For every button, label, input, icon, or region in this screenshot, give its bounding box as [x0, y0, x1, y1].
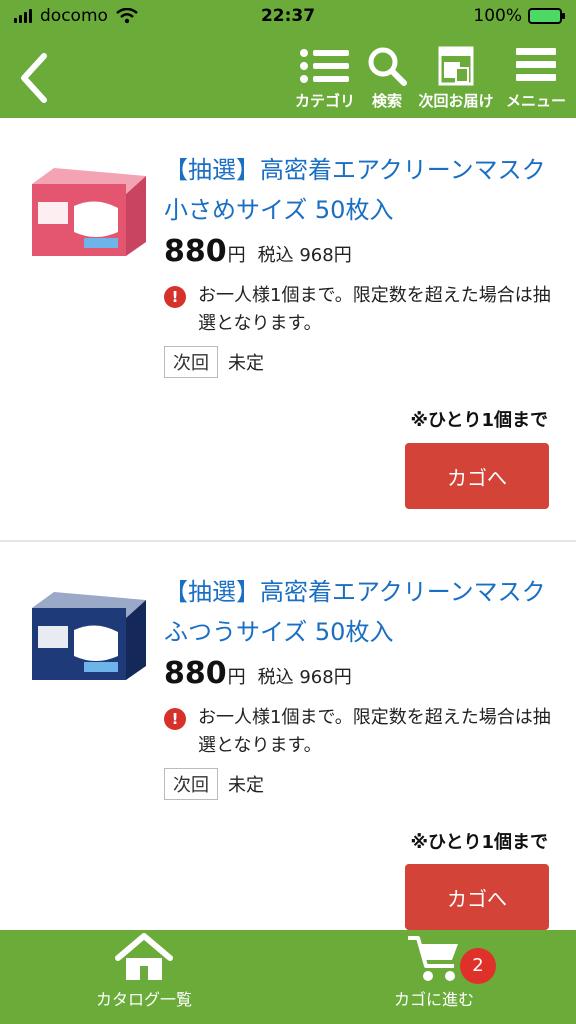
price-unit: 円	[227, 667, 246, 688]
shopping-cart-icon	[408, 936, 458, 981]
next-delivery-label: 次回お届け	[418, 92, 494, 110]
add-to-cart-button[interactable]: カゴへ	[405, 443, 549, 509]
tax-included-price: 税込 968円	[257, 245, 352, 266]
lottery-notice: ! お一人様1個まで。限定数を超えた場合は抽選となります。	[164, 704, 554, 760]
product-title[interactable]: 【抽選】高密着エアクリーンマスク 小さめサイズ 50枚入	[164, 150, 554, 230]
notice-text: お一人様1個まで。限定数を超えた場合は抽選となります。	[198, 707, 551, 756]
next-value: 未定	[228, 775, 264, 796]
exclamation-icon: !	[164, 286, 186, 308]
next-delivery-button[interactable]: 次回お届け	[414, 44, 498, 116]
search-label: 検索	[371, 92, 402, 110]
catalog-label: カタログ一覧	[95, 990, 192, 1009]
hamburger-menu-icon	[516, 48, 556, 81]
product-title[interactable]: 【抽選】高密着エアクリーンマスク ふつうサイズ 50枚入	[164, 572, 554, 652]
category-button[interactable]: カテゴリ	[290, 44, 360, 116]
product-card: 【抽選】高密着エアクリーンマスク 小さめサイズ 50枚入 880 円 税込 96…	[0, 118, 576, 538]
exclamation-icon: !	[164, 708, 186, 730]
battery-percent: 100%	[473, 6, 522, 26]
next-delivery-row: 次回 未定	[164, 346, 264, 378]
cart-label: カゴに進む	[393, 990, 474, 1009]
status-bar: docomo 22:37 100%	[0, 0, 576, 34]
notice-text: お一人様1個まで。限定数を超えた場合は抽選となります。	[198, 285, 551, 334]
purchase-limit: ※ひとり1個まで	[410, 832, 548, 853]
next-tag: 次回	[164, 346, 218, 378]
search-button[interactable]: 検索	[364, 44, 410, 116]
add-to-cart-button[interactable]: カゴへ	[405, 864, 549, 930]
lottery-notice: ! お一人様1個まで。限定数を超えた場合は抽選となります。	[164, 282, 554, 338]
category-label: カテゴリ	[294, 92, 355, 110]
next-value: 未定	[228, 353, 264, 374]
menu-label: メニュー	[505, 92, 566, 110]
app-header: docomo 22:37 100% カテゴリ 検索 次回お届け メニュー	[0, 0, 576, 118]
price-row: 880 円 税込 968円	[164, 234, 352, 269]
mask-box-image	[32, 168, 146, 256]
cart-count-badge: 2	[460, 948, 496, 984]
delivery-doc-icon	[438, 46, 474, 86]
price-unit: 円	[227, 245, 246, 266]
battery-icon	[528, 8, 565, 24]
next-tag: 次回	[164, 768, 218, 800]
back-button[interactable]	[10, 44, 60, 108]
search-icon	[368, 47, 407, 86]
battery-status: 100%	[473, 6, 565, 26]
catalog-tab[interactable]: カタログ一覧	[84, 930, 204, 1024]
price-row: 880 円 税込 968円	[164, 656, 352, 691]
menu-button[interactable]: メニュー	[500, 44, 572, 116]
tax-included-price: 税込 968円	[257, 667, 352, 688]
mask-box-image	[32, 592, 146, 680]
price-value: 880	[164, 234, 227, 269]
home-icon	[115, 933, 173, 980]
product-card: 【抽選】高密着エアクリーンマスク ふつうサイズ 50枚入 880 円 税込 96…	[0, 542, 576, 930]
list-icon	[300, 49, 349, 83]
purchase-limit: ※ひとり1個まで	[410, 410, 548, 431]
chevron-left-icon	[21, 53, 47, 103]
product-image[interactable]	[26, 586, 148, 682]
price-value: 880	[164, 656, 227, 691]
product-image[interactable]	[26, 162, 148, 258]
next-delivery-row: 次回 未定	[164, 768, 264, 800]
bottom-tab-bar: カタログ一覧 カゴに進む 2	[0, 930, 576, 1024]
